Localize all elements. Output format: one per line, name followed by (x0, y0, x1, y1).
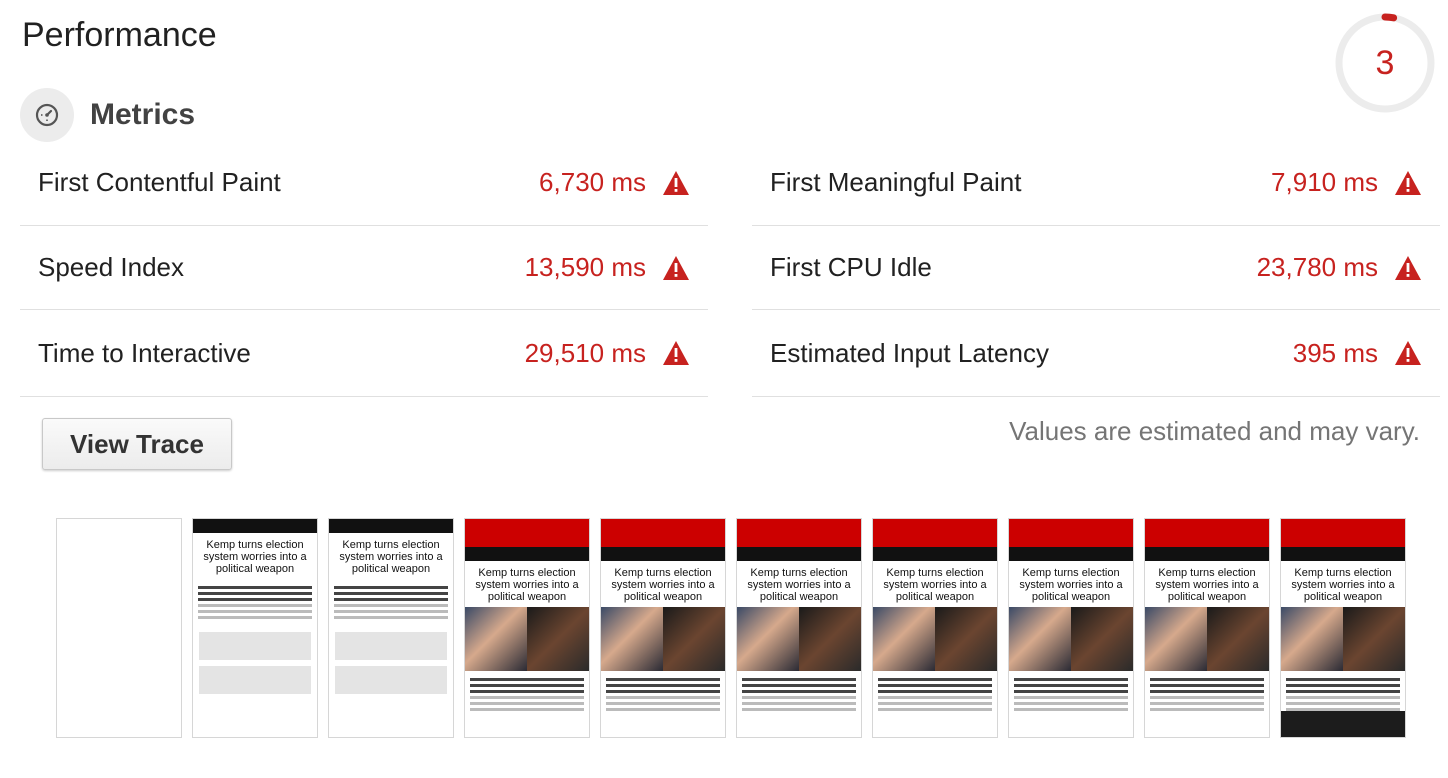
metric-label: Estimated Input Latency (770, 337, 1049, 368)
metric-label: Speed Index (38, 252, 185, 282)
filmstrip-frame: Kemp turns election system worries into … (1008, 518, 1134, 738)
metric-row-first-meaningful-paint: First Meaningful Paint 7,910 ms (752, 140, 1440, 226)
stopwatch-icon (20, 88, 74, 142)
metric-row-time-to-interactive: Time to Interactive 29,510 ms (20, 310, 708, 397)
warning-triangle-icon (1395, 255, 1421, 280)
filmstrip-frame: Kemp turns election system worries into … (1144, 518, 1270, 738)
metric-row-estimated-input-latency: Estimated Input Latency 395 ms (752, 310, 1440, 397)
warning-triangle-icon (1395, 170, 1421, 195)
filmstrip: Kemp turns election system worries into … (56, 518, 1406, 738)
filmstrip-frame: Kemp turns election system worries into … (1280, 518, 1406, 738)
metric-row-speed-index: Speed Index 13,590 ms (20, 226, 708, 310)
frame-headline: Kemp turns election system worries into … (475, 567, 579, 603)
warning-triangle-icon (663, 341, 689, 365)
metric-label: First Contentful Paint (38, 167, 281, 197)
frame-headline: Kemp turns election system worries into … (339, 539, 443, 575)
metric-label: Time to Interactive (38, 337, 251, 368)
metric-row-first-cpu-idle: First CPU Idle 23,780 ms (752, 226, 1440, 310)
frame-headline: Kemp turns election system worries into … (1019, 567, 1123, 603)
metrics-column-left: First Contentful Paint 6,730 ms Speed In… (20, 140, 708, 397)
metric-row-first-contentful-paint: First Contentful Paint 6,730 ms (20, 140, 708, 226)
warning-triangle-icon (663, 170, 689, 195)
filmstrip-frame: Kemp turns election system worries into … (872, 518, 998, 738)
metrics-column-right: First Meaningful Paint 7,910 ms First CP… (752, 140, 1440, 397)
frame-headline: Kemp turns election system worries into … (747, 567, 851, 603)
metric-value: 29,510 ms (524, 337, 646, 368)
metrics-title: Metrics (90, 98, 196, 131)
page-title: Performance (22, 16, 217, 54)
filmstrip-frame: Kemp turns election system worries into … (736, 518, 862, 738)
metric-value: 13,590 ms (524, 252, 646, 282)
filmstrip-frame: Kemp turns election system worries into … (464, 518, 590, 738)
frame-headline: Kemp turns election system worries into … (1155, 567, 1259, 603)
metric-label: First CPU Idle (770, 252, 932, 282)
metrics-header: Metrics (20, 88, 195, 142)
view-trace-button[interactable]: View Trace (42, 418, 232, 470)
frame-headline: Kemp turns election system worries into … (883, 567, 987, 603)
metric-label: First Meaningful Paint (770, 167, 1022, 197)
filmstrip-frame: Kemp turns election system worries into … (328, 518, 454, 738)
frame-headline: Kemp turns election system worries into … (203, 539, 307, 575)
performance-score: 3 (1375, 44, 1395, 82)
metric-value: 395 ms (1292, 337, 1378, 368)
metric-value: 23,780 ms (1256, 252, 1378, 282)
filmstrip-frame: Kemp turns election system worries into … (600, 518, 726, 738)
performance-score-gauge: 3 (1334, 12, 1436, 114)
estimate-note: Values are estimated and may vary. (1009, 416, 1420, 446)
warning-triangle-icon (663, 255, 689, 280)
frame-headline: Kemp turns election system worries into … (1291, 567, 1395, 603)
filmstrip-frame: Kemp turns election system worries into … (192, 518, 318, 738)
filmstrip-frame (56, 518, 182, 738)
frame-headline: Kemp turns election system worries into … (611, 567, 715, 603)
warning-triangle-icon (1395, 341, 1421, 365)
metric-value: 7,910 ms (1271, 167, 1378, 197)
metric-value: 6,730 ms (539, 167, 646, 197)
